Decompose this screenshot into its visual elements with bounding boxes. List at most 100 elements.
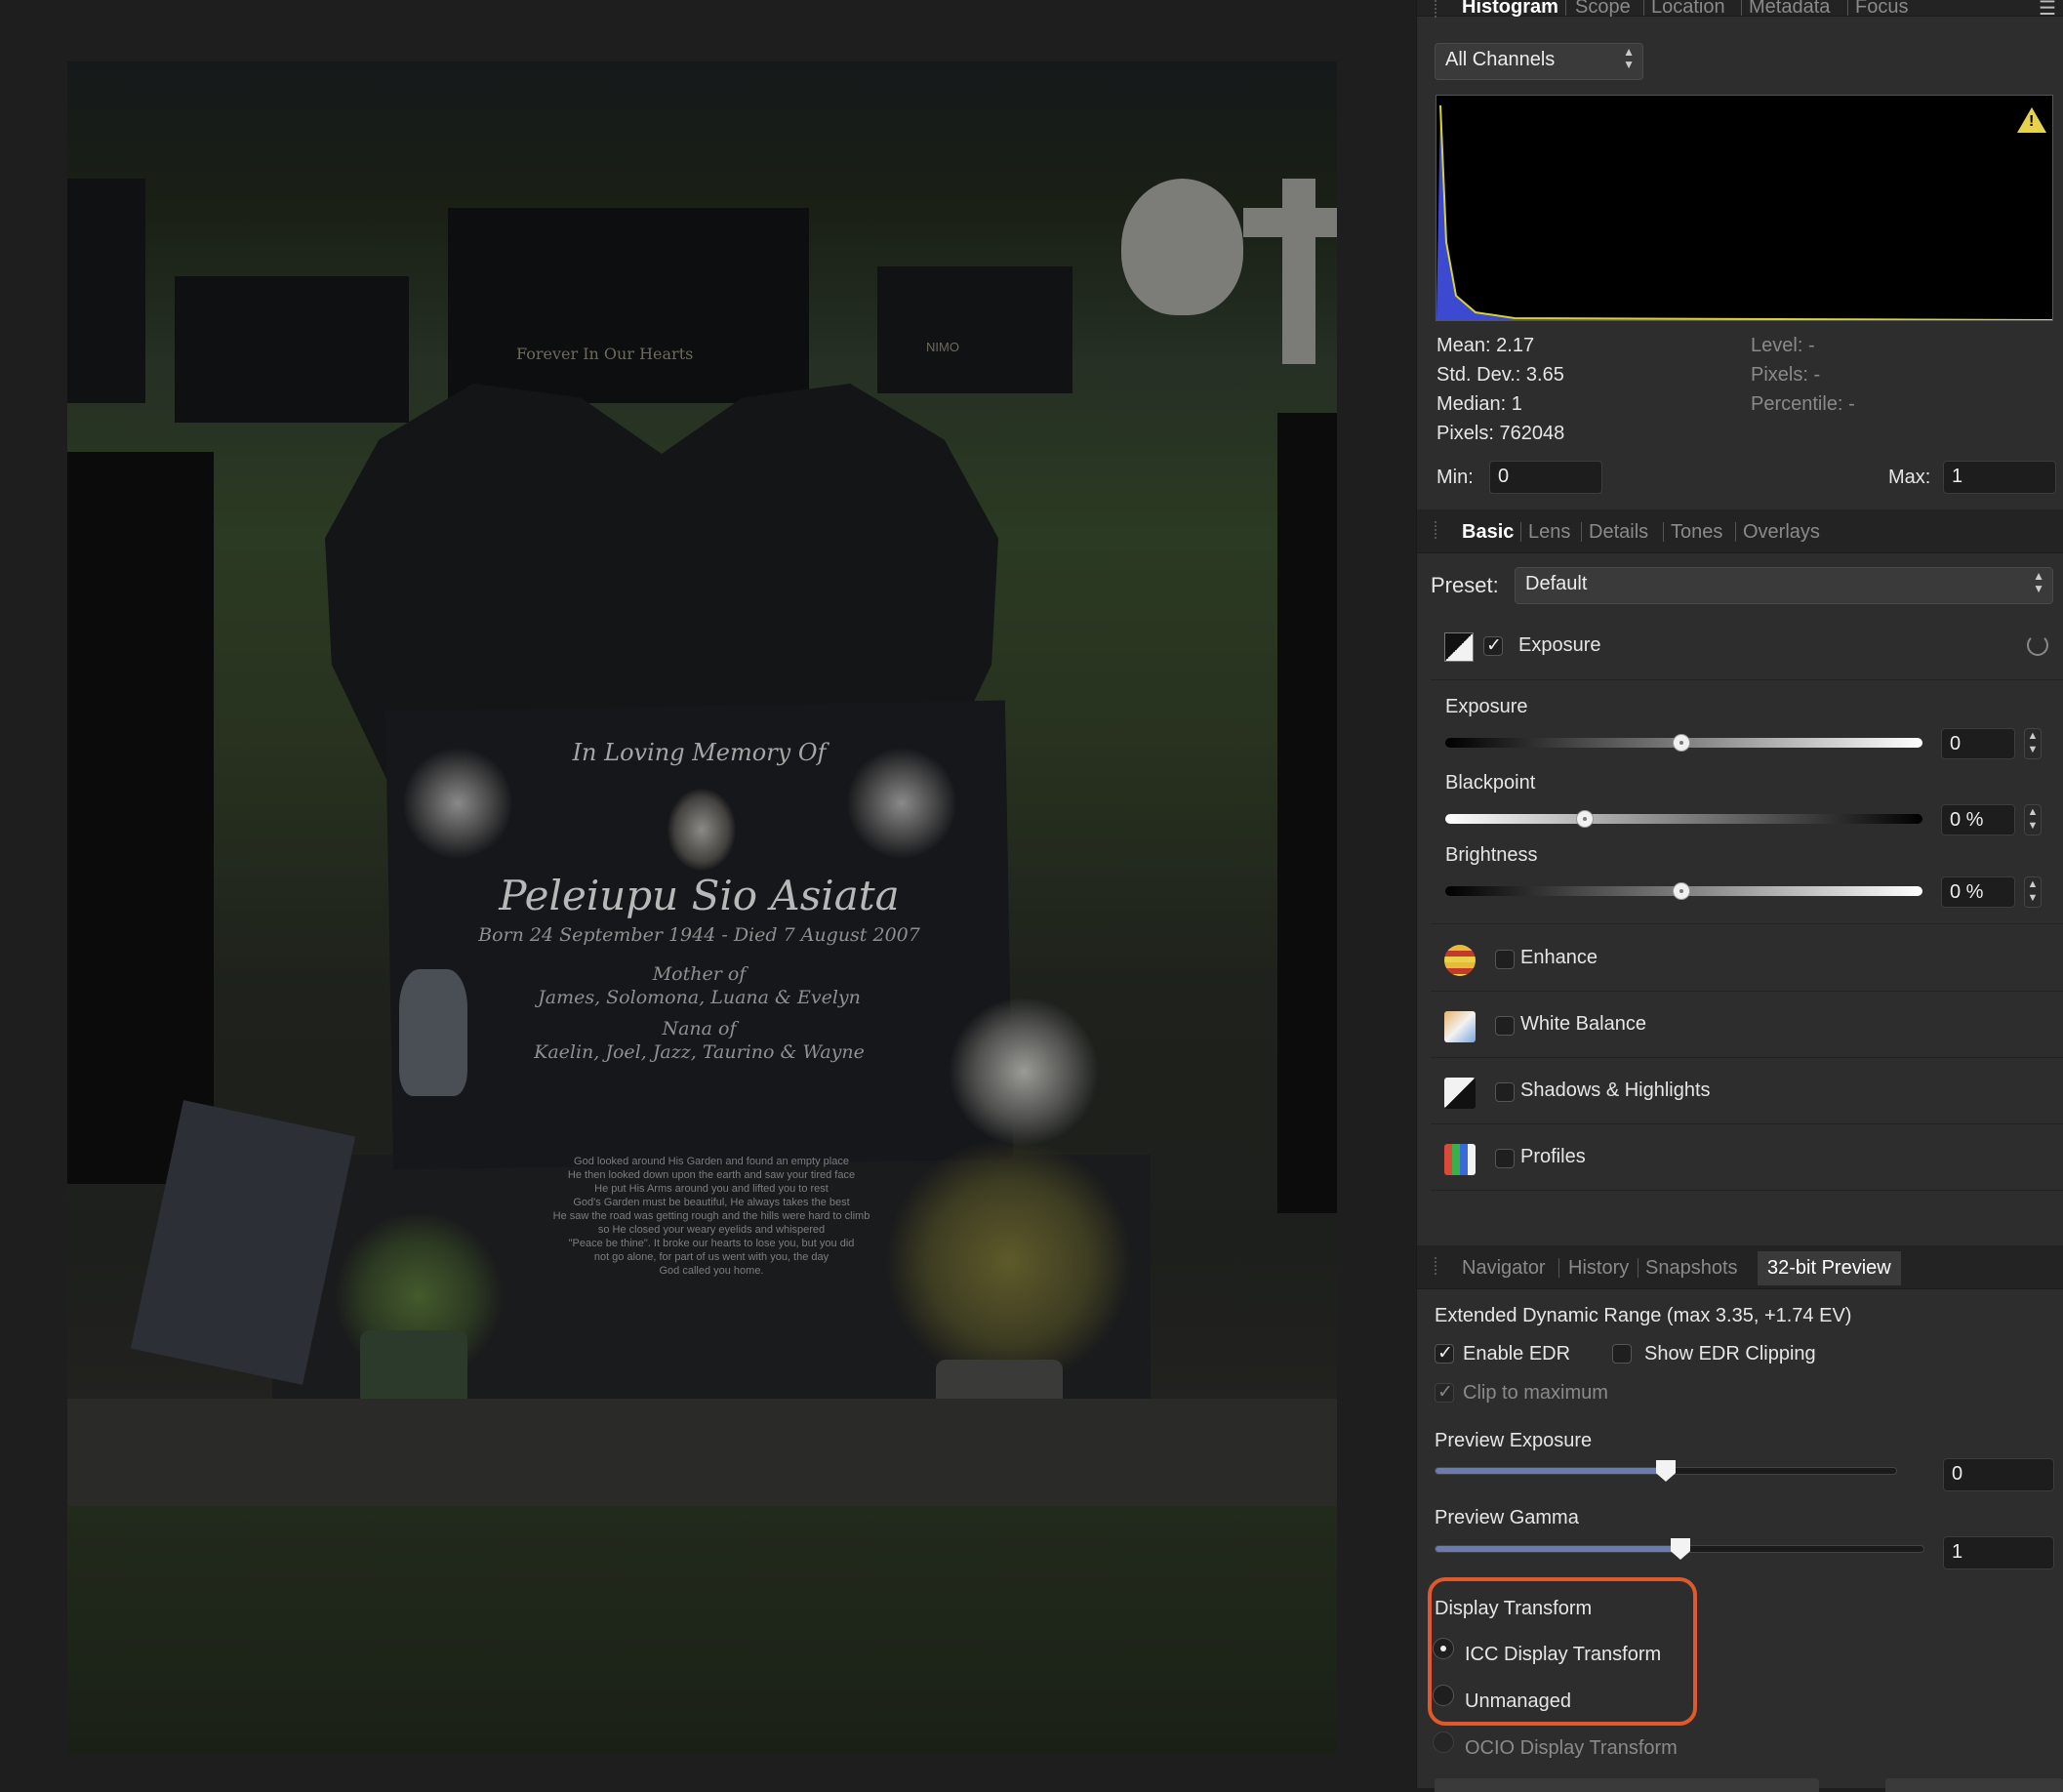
histogram-tab-bar: Histogram Scope Location Metadata Focus … xyxy=(1417,0,2063,20)
tab-focus[interactable]: Focus xyxy=(1855,0,1908,19)
shadows-highlights-icon xyxy=(1444,1078,1476,1109)
stat-hover-pixels: Pixels: - xyxy=(1751,364,1821,386)
blackpoint-slider-knob[interactable] xyxy=(1576,810,1594,828)
tab-lens[interactable]: Lens xyxy=(1528,521,1570,544)
plaque-mother-of: Mother of xyxy=(652,963,747,985)
profiles-icon xyxy=(1444,1144,1476,1175)
brightness-stepper[interactable]: ▲ ▼ xyxy=(2024,876,2042,908)
stat-level: Level: - xyxy=(1751,335,1815,356)
tab-32bit-preview[interactable]: 32-bit Preview xyxy=(1758,1251,1901,1285)
max-label: Max: xyxy=(1888,467,1931,488)
blackpoint-slider-label: Blackpoint xyxy=(1445,772,1536,794)
preview-gamma-input[interactable]: 1 xyxy=(1943,1536,2054,1569)
preview-exposure-input[interactable]: 0 xyxy=(1943,1458,2054,1491)
tab-scope[interactable]: Scope xyxy=(1575,0,1631,19)
tab-history[interactable]: History xyxy=(1568,1257,1629,1280)
min-label: Min: xyxy=(1436,467,1474,488)
clip-to-maximum-checkbox[interactable] xyxy=(1435,1381,1454,1404)
tab-navigator[interactable]: Navigator xyxy=(1462,1257,1546,1280)
exposure-checkbox[interactable] xyxy=(1483,634,1503,657)
photo-image[interactable]: Forever In Our Hearts NIMO In Loving Mem… xyxy=(67,61,1337,1755)
profiles-label: Profiles xyxy=(1520,1146,1586,1167)
exposure-icon xyxy=(1444,632,1474,662)
enhance-label: Enhance xyxy=(1520,947,1598,968)
background-heart-headstone xyxy=(1121,179,1243,315)
shadows-highlights-checkbox[interactable] xyxy=(1495,1082,1515,1102)
preview-gamma-label: Preview Gamma xyxy=(1435,1507,1579,1528)
enable-edr-label: Enable EDR xyxy=(1463,1343,1571,1364)
stat-median: Median: 1 xyxy=(1436,393,1522,415)
bg-sign-2: NIMO xyxy=(926,340,959,354)
exposure-slider-knob[interactable] xyxy=(1673,734,1690,752)
tab-location[interactable]: Location xyxy=(1651,0,1725,19)
enable-edr-checkbox[interactable] xyxy=(1435,1342,1454,1364)
preset-label: Preset: xyxy=(1431,573,1499,597)
panel-grip-icon[interactable] xyxy=(1435,0,1442,18)
tab-overlays[interactable]: Overlays xyxy=(1743,521,1820,544)
panel-grip-icon[interactable] xyxy=(1435,1257,1442,1275)
tab-snapshots[interactable]: Snapshots xyxy=(1645,1257,1738,1280)
show-edr-clipping-label: Show EDR Clipping xyxy=(1644,1343,1816,1364)
tab-basic[interactable]: Basic xyxy=(1462,521,1514,544)
white-balance-label: White Balance xyxy=(1520,1013,1646,1035)
ocio-display-transform-radio[interactable] xyxy=(1433,1731,1454,1753)
panel-menu-icon[interactable]: ☰ xyxy=(2039,0,2056,20)
white-balance-checkbox[interactable] xyxy=(1495,1016,1515,1036)
tab-histogram[interactable]: Histogram xyxy=(1462,0,1558,19)
preview-tab-bar: Navigator History Snapshots 32-bit Previ… xyxy=(1417,1245,2063,1289)
ocio-view-select[interactable] xyxy=(1885,1778,2063,1792)
shadows-highlights-group-header[interactable]: Shadows & Highlights xyxy=(1431,1058,2063,1124)
edr-title: Extended Dynamic Range (max 3.35, +1.74 … xyxy=(1435,1305,1852,1326)
brightness-slider-label: Brightness xyxy=(1445,844,1538,866)
bg-sign-1: Forever In Our Hearts xyxy=(516,345,694,363)
preview-exposure-label: Preview Exposure xyxy=(1435,1430,1593,1451)
plaque-nana-of: Nana of xyxy=(662,1018,737,1039)
preview-gamma-handle[interactable] xyxy=(1671,1538,1690,1560)
histogram-graph[interactable]: ! xyxy=(1436,95,2053,321)
exposure-value-input[interactable]: 0 xyxy=(1941,728,2015,759)
panel-grip-icon[interactable] xyxy=(1435,521,1442,539)
portrait-photo xyxy=(667,789,736,871)
plaque-poem: God looked around His Garden and found a… xyxy=(552,1156,870,1277)
tab-tones[interactable]: Tones xyxy=(1671,521,1722,544)
white-balance-icon xyxy=(1444,1011,1476,1042)
white-balance-group-header[interactable]: White Balance xyxy=(1431,992,2063,1058)
max-input[interactable]: 1 xyxy=(1943,461,2056,494)
brightness-value-input[interactable]: 0 % xyxy=(1941,876,2015,908)
warning-icon[interactable]: ! xyxy=(2017,107,2046,133)
ocio-display-transform-label: OCIO Display Transform xyxy=(1465,1737,1678,1759)
preset-select[interactable]: Default ▲ ▼ xyxy=(1515,567,2053,604)
preview-exposure-handle[interactable] xyxy=(1656,1460,1676,1482)
blackpoint-value-input[interactable]: 0 % xyxy=(1941,804,2015,835)
min-input[interactable]: 0 xyxy=(1489,461,1602,494)
exposure-stepper[interactable]: ▲ ▼ xyxy=(2024,728,2042,759)
blackpoint-slider-track[interactable] xyxy=(1445,814,1922,824)
plaque-header: In Loving Memory Of xyxy=(572,739,827,766)
plaque-name: Peleiupu Sio Asiata xyxy=(499,872,900,919)
exposure-group-header[interactable]: Exposure xyxy=(1431,615,2063,680)
stat-pixels: Pixels: 762048 xyxy=(1436,423,1565,444)
plaque-children: James, Solomona, Luana & Evelyn xyxy=(538,987,861,1008)
reset-icon[interactable] xyxy=(2027,634,2048,656)
clip-to-maximum-label: Clip to maximum xyxy=(1463,1382,1608,1404)
brightness-slider-knob[interactable] xyxy=(1673,882,1690,900)
profiles-checkbox[interactable] xyxy=(1495,1149,1515,1168)
exposure-slider-label: Exposure xyxy=(1445,696,1528,717)
stat-std-dev: Std. Dev.: 3.65 xyxy=(1436,364,1564,386)
show-edr-clipping-checkbox[interactable] xyxy=(1612,1344,1632,1364)
enhance-icon xyxy=(1444,945,1476,976)
ocio-device-select[interactable] xyxy=(1435,1778,1819,1792)
channel-select[interactable]: All Channels ▲ ▼ xyxy=(1435,43,1643,80)
enhance-group-header[interactable]: Enhance xyxy=(1431,925,2063,992)
exposure-group-label: Exposure xyxy=(1518,634,1601,656)
tab-details[interactable]: Details xyxy=(1589,521,1648,544)
enhance-checkbox[interactable] xyxy=(1495,950,1515,969)
blackpoint-stepper[interactable]: ▲ ▼ xyxy=(2024,804,2042,835)
display-transform-highlight xyxy=(1428,1577,1697,1726)
tab-metadata[interactable]: Metadata xyxy=(1749,0,1830,19)
shadows-highlights-label: Shadows & Highlights xyxy=(1520,1079,1711,1101)
plaque-dates: Born 24 September 1944 - Died 7 August 2… xyxy=(478,924,920,946)
plaque-grandchildren: Kaelin, Joel, Jazz, Taurino & Wayne xyxy=(534,1041,865,1063)
document-canvas[interactable]: Forever In Our Hearts NIMO In Loving Mem… xyxy=(0,0,1416,1788)
profiles-group-header[interactable]: Profiles xyxy=(1431,1124,2063,1191)
